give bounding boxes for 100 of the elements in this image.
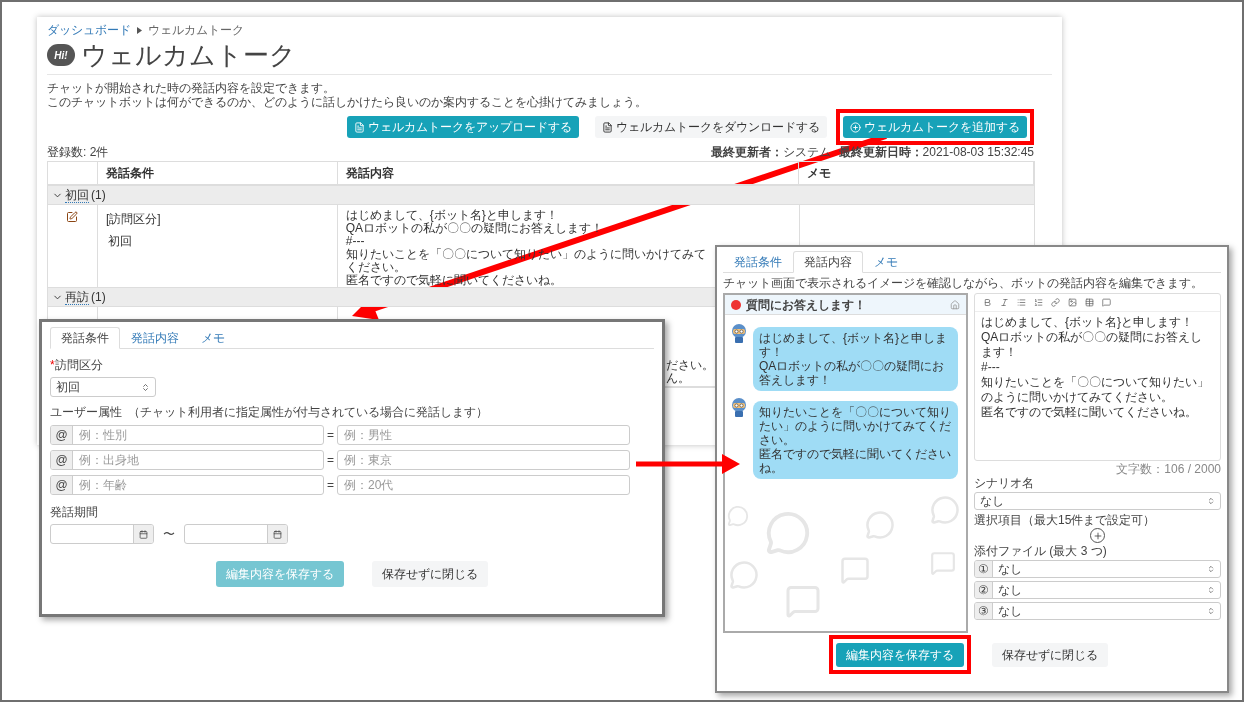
robot-avatar-icon bbox=[729, 323, 749, 343]
link-icon[interactable] bbox=[1051, 298, 1060, 307]
group-count: (1) bbox=[91, 188, 106, 202]
speech-bubble-icon bbox=[865, 510, 895, 540]
content-text: #--- bbox=[345, 235, 365, 248]
at-sign-addon: @ bbox=[51, 451, 73, 469]
attribute-name-input[interactable]: 例：出身地 bbox=[73, 451, 323, 469]
tab[interactable]: 発話条件 bbox=[50, 327, 120, 349]
number-addon: ① bbox=[975, 561, 993, 577]
content-text: QAロボットの私が〇〇の疑問にお答えします！ bbox=[345, 222, 604, 235]
equals-sign: = bbox=[326, 452, 335, 469]
number-addon: ③ bbox=[975, 603, 993, 619]
group-label: 再訪 bbox=[65, 289, 89, 305]
description-text: このチャットボットは何ができるのか、どのように話しかけたら良いのか案内することを心掛けてみましょう。 bbox=[47, 95, 647, 109]
italic-icon[interactable] bbox=[1000, 298, 1009, 307]
content-text: ださい。 bbox=[665, 359, 714, 372]
calendar-icon bbox=[273, 529, 282, 539]
date-field[interactable] bbox=[50, 524, 154, 544]
content-text: ん。 bbox=[665, 372, 690, 385]
column-header: メモ bbox=[807, 165, 832, 182]
speech-bubble-icon bbox=[729, 560, 759, 590]
table-icon[interactable] bbox=[1085, 298, 1094, 307]
record-count: 登録数: 2件 bbox=[47, 145, 109, 159]
close-button[interactable]: 保存せずに閉じる bbox=[372, 561, 488, 587]
attribute-name-input[interactable]: 例：年齢 bbox=[73, 476, 323, 494]
attribute-name-field[interactable]: @ 例：性別 bbox=[50, 425, 324, 445]
attachment-select[interactable]: ③ なし bbox=[974, 602, 1221, 620]
update-value: 2021-08-03 15:32:45 bbox=[922, 145, 1034, 159]
editor-text: はじめまして、{ボット名}と申します！ bbox=[981, 315, 1193, 330]
update-label: 最終更新者： bbox=[710, 145, 783, 159]
char-count: 文字数：106 / 2000 bbox=[1116, 462, 1221, 476]
breadcrumb-separator-icon bbox=[137, 26, 142, 34]
scenario-select[interactable]: なし bbox=[974, 492, 1221, 510]
calendar-icon bbox=[139, 529, 148, 539]
close-button[interactable]: 保存せずに閉じる bbox=[992, 643, 1108, 667]
condition-label: [訪問区分] bbox=[105, 211, 161, 228]
bot-badge-icon bbox=[731, 299, 741, 310]
description-text: チャットが開始された時の発話内容を設定できます。 bbox=[47, 81, 335, 95]
speech-bubble-icon bbox=[930, 495, 960, 525]
visit-type-select[interactable]: 初回 bbox=[50, 377, 156, 397]
chat-bubble: 知りたいことを「〇〇について知りたい」のように問いかけてみてください。 匿名ですので気軽に聞いてくださいね。 bbox=[753, 401, 958, 479]
field-note: （チャット利用者に指定属性が付与されている場合に発話します） bbox=[128, 404, 488, 421]
attribute-name-input[interactable]: 例：性別 bbox=[73, 426, 323, 444]
speech-bubble-icon bbox=[765, 510, 811, 556]
attribute-name-field[interactable]: @ 例：出身地 bbox=[50, 450, 324, 470]
content-text: はじめまして、{ボット名}と申します！ bbox=[345, 209, 558, 222]
image-icon[interactable] bbox=[1068, 298, 1077, 307]
at-sign-addon: @ bbox=[51, 426, 73, 444]
attachment-select[interactable]: ① なし bbox=[974, 560, 1221, 578]
editor-text: QAロボットの私が〇〇の疑問にお答えします！ bbox=[981, 330, 1204, 360]
number-addon: ② bbox=[975, 582, 993, 598]
tab[interactable]: メモ bbox=[863, 251, 909, 273]
attribute-value-field[interactable]: 例：男性 bbox=[337, 425, 630, 445]
field-label: 訪問区分 bbox=[54, 357, 103, 374]
plus-icon bbox=[1092, 530, 1103, 541]
editor-text: 匿名ですので気軽に聞いてくださいね。 bbox=[981, 405, 1197, 420]
editor-text: #--- bbox=[981, 360, 1000, 375]
equals-sign: = bbox=[326, 427, 335, 444]
attribute-value-field[interactable]: 例：東京 bbox=[337, 450, 630, 470]
at-sign-addon: @ bbox=[51, 476, 73, 494]
rich-text-editor[interactable]: はじめまして、{ボット名}と申します！ QAロボットの私が〇〇の疑問にお答えします！ #--- 知りたいことを「〇〇について知りたい」のように問いかけてみてください。 匿名ですので気軽に聞いてくださいね。 bbox=[974, 293, 1221, 461]
speech-bubble-icon bbox=[727, 505, 749, 527]
editor-text: 知りたいことを「〇〇について知りたい」のように問いかけてみてください。 bbox=[981, 375, 1210, 405]
home-icon[interactable] bbox=[950, 299, 960, 310]
page-button[interactable]: ウェルカムトークをダウンロードする bbox=[595, 116, 827, 138]
field-label: 添付ファイル (最大 3 つ) bbox=[974, 544, 1107, 558]
bullet-list-icon[interactable] bbox=[1017, 298, 1026, 307]
attribute-name-field[interactable]: @ 例：年齢 bbox=[50, 475, 324, 495]
numbered-list-icon[interactable] bbox=[1034, 298, 1043, 307]
range-separator: 〜 bbox=[163, 526, 175, 543]
select-arrows-icon bbox=[141, 382, 150, 392]
equals-sign: = bbox=[326, 477, 335, 494]
tab[interactable]: 発話内容 bbox=[120, 327, 190, 349]
plus-circle-icon bbox=[850, 121, 861, 133]
tab[interactable]: メモ bbox=[190, 327, 236, 349]
select-arrows-icon bbox=[1207, 565, 1215, 573]
field-label: シナリオ名 bbox=[974, 476, 1034, 490]
breadcrumb-link[interactable]: ダッシュボード bbox=[47, 21, 131, 39]
bold-icon[interactable] bbox=[983, 298, 992, 307]
select-arrows-icon bbox=[1207, 586, 1215, 594]
editor-hint: チャット画面で表示されるイメージを確認しながら、ボットの発話内容を編集できます。 bbox=[723, 276, 1203, 290]
tab[interactable]: 発話内容 bbox=[793, 251, 863, 273]
group-row[interactable]: 初回 (1) bbox=[48, 186, 1034, 205]
speech-bubble-icon[interactable] bbox=[1102, 298, 1111, 307]
attachment-select[interactable]: ② なし bbox=[974, 581, 1221, 599]
column-header: 発話条件 bbox=[105, 165, 154, 182]
edit-icon[interactable] bbox=[66, 211, 79, 223]
breadcrumb-current: ウェルカムトーク bbox=[148, 22, 244, 39]
required-mark: * bbox=[50, 357, 55, 374]
page-title: ウェルカムトーク bbox=[81, 40, 296, 70]
file-icon bbox=[354, 121, 365, 133]
select-arrows-icon bbox=[1207, 497, 1215, 505]
file-icon bbox=[602, 121, 613, 133]
tab[interactable]: 発話条件 bbox=[723, 251, 793, 273]
date-field[interactable] bbox=[184, 524, 288, 544]
chat-bubble: はじめまして、{ボット名}と申します！ QAロボットの私が〇〇の疑問にお答えします！ bbox=[753, 327, 958, 391]
field-label: 選択項目（最大15件まで設定可） bbox=[974, 513, 1156, 527]
column-header: 発話内容 bbox=[345, 165, 394, 182]
attribute-value-field[interactable]: 例：20代 bbox=[337, 475, 630, 495]
hi-speech-bubble-icon: Hi! bbox=[47, 44, 75, 66]
